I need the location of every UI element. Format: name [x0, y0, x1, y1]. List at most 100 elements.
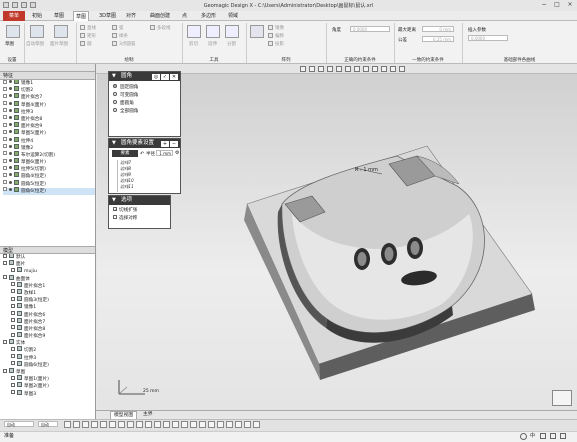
- circle-icon[interactable]: [80, 41, 85, 46]
- settings-icon[interactable]: ⚙: [175, 150, 179, 156]
- expand-icon[interactable]: [3, 180, 7, 185]
- visibility-dot-icon[interactable]: [9, 108, 12, 112]
- tray-icon[interactable]: [520, 433, 527, 440]
- menu-item-initial[interactable]: 初始: [30, 12, 44, 20]
- spline-icon[interactable]: [112, 33, 117, 38]
- trim-button[interactable]: 剪切: [189, 41, 198, 47]
- filter-mesh-icon[interactable]: [136, 421, 143, 428]
- select-box-icon[interactable]: [73, 421, 80, 428]
- view-top-icon[interactable]: [309, 66, 315, 72]
- split-icon[interactable]: [225, 25, 239, 38]
- auto-sketch-icon[interactable]: [30, 25, 44, 38]
- mode-fixed[interactable]: 固定圆角: [109, 83, 180, 92]
- filter-sketch-icon[interactable]: [181, 421, 188, 428]
- model-tree-item[interactable]: 草图3: [3, 389, 95, 398]
- radio-icon[interactable]: [113, 107, 117, 112]
- menu-item-polygon[interactable]: 多边形: [199, 12, 218, 20]
- visibility-checkbox-icon[interactable]: [11, 267, 15, 272]
- reset-icon[interactable]: ↶: [140, 151, 144, 157]
- select-edge-icon[interactable]: [118, 421, 125, 428]
- rotate-icon[interactable]: [345, 66, 351, 72]
- filter-surface-icon[interactable]: [163, 421, 170, 428]
- visibility-dot-icon[interactable]: [9, 180, 12, 184]
- feature-tree-item[interactable]: 圆角6(恒定): [3, 186, 95, 195]
- expand-icon[interactable]: [3, 80, 7, 84]
- visibility-checkbox-icon[interactable]: [11, 296, 15, 301]
- visibility-dot-icon[interactable]: [9, 144, 12, 148]
- edge-list-item[interactable]: 边线11: [120, 184, 141, 190]
- expand-icon[interactable]: [3, 93, 7, 98]
- visibility-dot-icon[interactable]: [9, 123, 12, 127]
- visibility-checkbox-icon[interactable]: [11, 325, 15, 330]
- mesh-sketch-icon[interactable]: [54, 25, 68, 38]
- extend-icon[interactable]: [206, 25, 220, 38]
- pan-icon[interactable]: [354, 66, 360, 72]
- network-icon[interactable]: [540, 433, 546, 439]
- visibility-dot-icon[interactable]: [9, 187, 12, 191]
- visibility-checkbox-icon[interactable]: [3, 368, 7, 373]
- menu-item-active[interactable]: 草图: [73, 11, 90, 21]
- visibility-checkbox-icon[interactable]: [3, 254, 7, 258]
- mode-select-2[interactable]: 自动: [38, 421, 58, 427]
- select-vertex-icon[interactable]: [127, 421, 134, 428]
- expand-icon[interactable]: [3, 115, 7, 120]
- light-icon[interactable]: [244, 421, 251, 428]
- radio-icon[interactable]: [113, 99, 117, 104]
- visibility-checkbox-icon[interactable]: [3, 339, 7, 344]
- tolerance-input[interactable]: 0.25 mm: [422, 36, 454, 42]
- expand-icon[interactable]: [3, 137, 7, 141]
- select-brush-icon[interactable]: [91, 421, 98, 428]
- visibility-checkbox-icon[interactable]: [11, 311, 15, 315]
- section-icon[interactable]: [381, 66, 387, 72]
- visibility-dot-icon[interactable]: [9, 173, 12, 177]
- close-icon[interactable]: ×: [564, 1, 576, 9]
- ime-indicator[interactable]: 中: [530, 432, 535, 439]
- wireframe-icon[interactable]: [372, 66, 378, 72]
- mode-select[interactable]: 自动: [4, 421, 34, 427]
- radio-icon[interactable]: [113, 83, 117, 88]
- visibility-dot-icon[interactable]: [9, 87, 12, 91]
- expand-icon[interactable]: [3, 129, 7, 134]
- tab-main[interactable]: 主界: [140, 411, 156, 418]
- menu-file[interactable]: 菜单: [3, 11, 25, 21]
- expand-icon[interactable]: [3, 172, 7, 177]
- model-tree-item[interactable]: mujiu: [3, 267, 95, 275]
- menu-item-region[interactable]: 领域: [226, 12, 240, 20]
- preview-icon[interactable]: ◎: [152, 73, 160, 80]
- visibility-dot-icon[interactable]: [9, 159, 12, 163]
- visibility-checkbox-icon[interactable]: [11, 361, 15, 366]
- cancel-icon[interactable]: ✕: [170, 73, 178, 80]
- option-tangent[interactable]: ✓ 切线扩张: [109, 206, 170, 215]
- shading-icon[interactable]: [363, 66, 369, 72]
- filter-curve-icon[interactable]: [154, 421, 161, 428]
- select-all-icon[interactable]: [64, 421, 71, 428]
- select-body-icon[interactable]: [109, 421, 116, 428]
- visibility-dot-icon[interactable]: [9, 130, 12, 134]
- add-icon[interactable]: +: [161, 140, 169, 147]
- mode-variable[interactable]: 可变圆角: [109, 91, 180, 100]
- delete-icon[interactable]: −: [170, 140, 178, 147]
- model-tree-item[interactable]: 默认: [3, 254, 95, 261]
- max-distance-input[interactable]: 0 mm: [422, 26, 454, 32]
- visibility-checkbox-icon[interactable]: [3, 260, 7, 265]
- pattern-icon[interactable]: [268, 25, 273, 30]
- project-icon[interactable]: [268, 41, 273, 46]
- collapse-icon[interactable]: ▼: [112, 139, 116, 148]
- filter-icon[interactable]: [399, 66, 405, 72]
- polyline-icon[interactable]: [112, 41, 117, 46]
- rectangle-icon[interactable]: [80, 33, 85, 38]
- pattern-offset[interactable]: 偏移: [275, 33, 284, 39]
- offset-icon[interactable]: [268, 33, 273, 38]
- select-face-icon[interactable]: [100, 421, 107, 428]
- visibility-dot-icon[interactable]: [9, 80, 12, 83]
- visibility-dot-icon[interactable]: [9, 151, 12, 155]
- measure-icon[interactable]: [226, 421, 233, 428]
- menu-item-3d-sketch[interactable]: 3D草图: [97, 12, 118, 20]
- checkbox-checked-icon[interactable]: ✓: [113, 206, 117, 211]
- model-tree-item[interactable]: 面片拟合9: [3, 332, 95, 340]
- extend-button[interactable]: 延伸: [208, 41, 217, 47]
- minimize-icon[interactable]: −: [538, 1, 550, 9]
- expand-icon[interactable]: [3, 151, 7, 156]
- visibility-checkbox-icon[interactable]: [11, 390, 15, 395]
- expand-icon[interactable]: [3, 165, 7, 170]
